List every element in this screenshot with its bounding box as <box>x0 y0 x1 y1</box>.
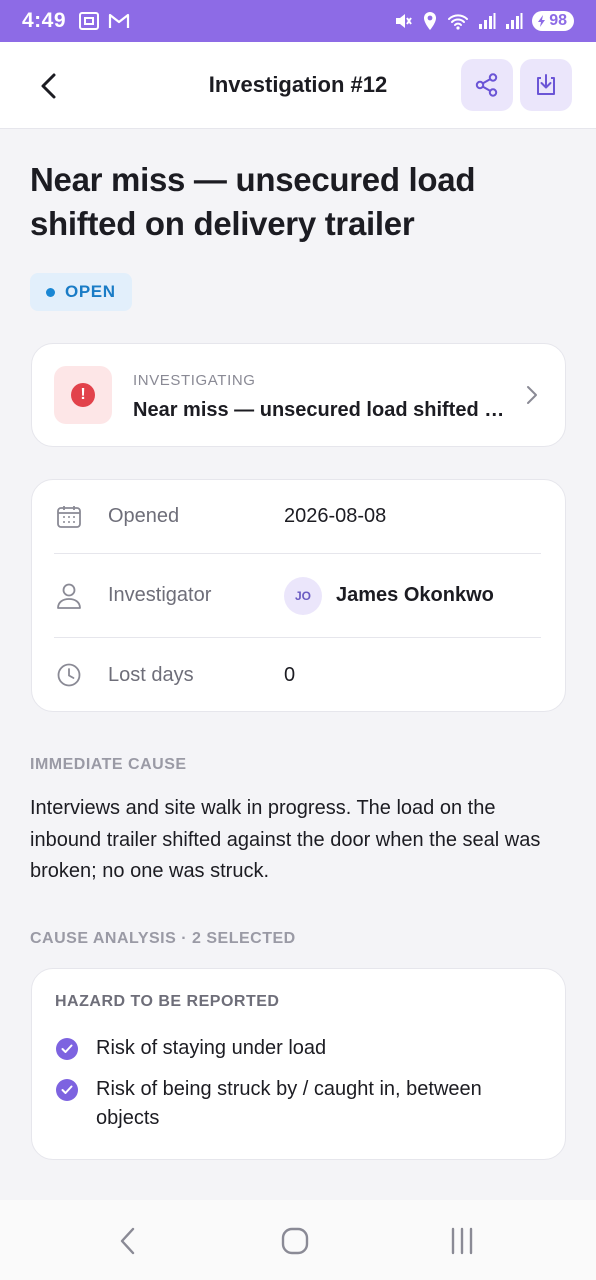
chevron-left-icon <box>41 73 56 99</box>
download-icon <box>537 74 555 95</box>
avatar: JO <box>284 576 322 615</box>
status-notification-icons <box>78 11 130 31</box>
chevron-right-icon <box>527 386 537 404</box>
detail-row-investigator: Investigator JO James Okonkwo <box>54 554 541 638</box>
back-button[interactable] <box>28 66 68 106</box>
nav-recents-icon <box>451 1227 473 1255</box>
person-icon <box>54 581 84 611</box>
gmail-icon <box>108 13 130 28</box>
incident-icon-container: ! <box>54 366 112 424</box>
status-time: 4:49 <box>22 9 67 32</box>
battery-level: 98 <box>549 12 567 29</box>
linked-incident-card[interactable]: ! INVESTIGATING Near miss — unsecured lo… <box>31 343 566 447</box>
investigator-value: JO James Okonkwo <box>284 576 494 615</box>
hazard-item[interactable]: Risk of being struck by / caught in, bet… <box>56 1077 541 1133</box>
nav-back-button[interactable] <box>108 1224 148 1258</box>
cause-analysis-card: HAZARD TO BE REPORTED Risk of staying un… <box>31 968 566 1160</box>
hazard-item-label: Risk of being struck by / caught in, bet… <box>96 1078 482 1129</box>
cause-analysis-heading: CAUSE ANALYSIS · 2 SELECTED <box>30 930 296 947</box>
wifi-icon <box>448 14 469 30</box>
detail-row-lost-days: Lost days 0 <box>54 638 541 712</box>
status-system-icons: 98 <box>393 11 574 31</box>
investigator-name: James Okonkwo <box>336 584 494 606</box>
share-button[interactable] <box>461 59 513 111</box>
battery-saver-icon <box>538 15 546 27</box>
incident-title: Near miss — unsecured load shifted on de… <box>133 399 513 421</box>
status-badge-label: OPEN <box>65 282 116 301</box>
hazard-item[interactable]: Risk of staying under load <box>56 1036 541 1063</box>
detail-row-opened: Opened 2026-08-08 <box>54 480 541 554</box>
immediate-cause-heading: IMMEDIATE CAUSE <box>30 756 187 773</box>
detail-label: Opened <box>108 505 180 527</box>
page-title: Near miss — unsecured load shifted on de… <box>30 161 476 242</box>
location-icon <box>424 12 437 30</box>
signal-icon <box>479 13 496 29</box>
detail-label: Lost days <box>108 663 194 686</box>
nav-home-icon <box>281 1227 309 1255</box>
details-card: Opened 2026-08-08 Investigator JO James … <box>31 479 566 712</box>
lost-days-value: 0 <box>284 663 296 686</box>
opened-date: 2026-08-08 <box>284 505 387 527</box>
incident-kicker: INVESTIGATING <box>133 372 256 389</box>
clock-icon <box>54 660 84 690</box>
system-nav-bar <box>0 1200 596 1280</box>
nav-back-icon <box>120 1227 135 1255</box>
signal-icon <box>506 13 523 29</box>
immediate-cause-text: Interviews and site walk in progress. Th… <box>30 797 541 882</box>
mute-icon <box>396 14 413 28</box>
hazard-item-label: Risk of staying under load <box>96 1037 327 1059</box>
calendar-icon <box>54 502 84 532</box>
battery-indicator: 98 <box>532 11 574 31</box>
screenshot-icon <box>79 12 100 30</box>
status-bar: 4:49 98 <box>0 0 596 42</box>
checkmark-icon <box>56 1079 78 1101</box>
download-button[interactable] <box>520 59 572 111</box>
hazard-group-heading: HAZARD TO BE REPORTED <box>55 993 280 1010</box>
app-bar: Investigation #12 <box>0 42 596 129</box>
detail-label: Investigator <box>108 584 212 606</box>
status-badge: OPEN <box>30 273 132 311</box>
share-icon <box>475 73 498 97</box>
checkmark-icon <box>56 1038 78 1060</box>
nav-recents-button[interactable] <box>442 1224 482 1258</box>
alert-icon: ! <box>71 383 95 407</box>
status-dot-icon <box>46 287 55 297</box>
nav-home-button[interactable] <box>275 1224 315 1258</box>
